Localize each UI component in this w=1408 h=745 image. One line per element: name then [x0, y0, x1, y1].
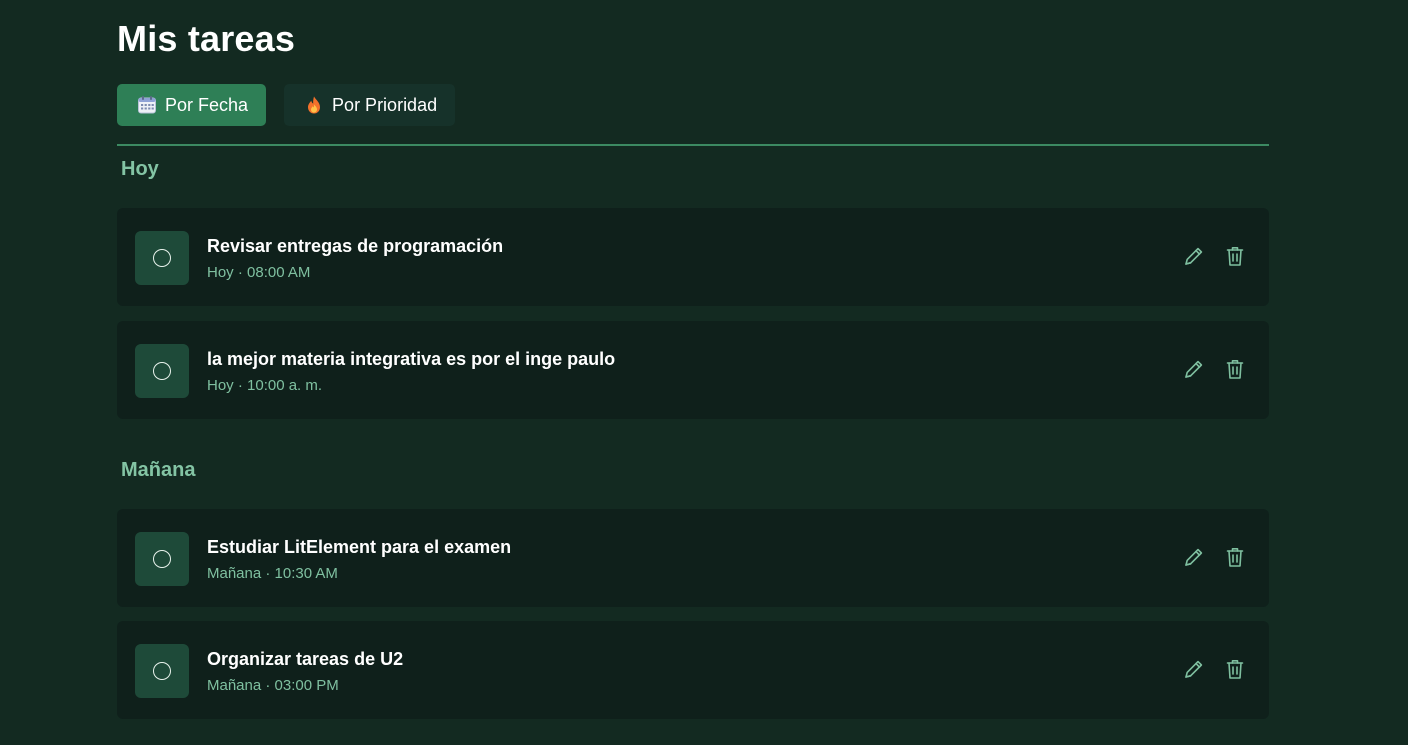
trash-icon	[1226, 247, 1244, 266]
task-meta: Mañana · 03:00 PM	[207, 677, 339, 694]
pencil-icon	[1185, 360, 1203, 378]
edit-button[interactable]	[1182, 244, 1206, 268]
calendar-icon	[137, 95, 157, 115]
task-meta: Hoy · 10:00 a. m.	[207, 377, 323, 394]
section-title-manana: Mañana	[121, 459, 196, 481]
pencil-icon	[1185, 247, 1203, 265]
edit-button[interactable]	[1182, 357, 1206, 381]
complete-checkbox[interactable]	[135, 644, 189, 698]
complete-checkbox[interactable]	[135, 231, 189, 285]
complete-checkbox[interactable]	[135, 532, 189, 586]
page-title: Mis tareas	[117, 18, 296, 59]
section-title-hoy: Hoy	[121, 158, 159, 180]
view-tabs: Por Fecha Por Prioridad	[117, 84, 456, 126]
pencil-icon	[1185, 660, 1203, 678]
tab-por-fecha-label: Por Fecha	[165, 94, 249, 115]
circle-icon	[153, 362, 171, 380]
edit-button[interactable]	[1182, 545, 1206, 569]
circle-icon	[153, 550, 171, 568]
delete-button[interactable]	[1223, 657, 1247, 681]
trash-icon	[1226, 660, 1244, 679]
tab-por-prioridad[interactable]: Por Prioridad	[284, 84, 456, 126]
task-card: la mejor materia integrativa es por el i…	[117, 321, 1269, 419]
divider	[117, 144, 1269, 146]
task-title: Estudiar LitElement para el examen	[207, 537, 512, 557]
tab-por-fecha[interactable]: Por Fecha	[117, 84, 267, 126]
task-card: Estudiar LitElement para el examen Mañan…	[117, 509, 1269, 607]
pencil-icon	[1185, 548, 1203, 566]
circle-icon	[153, 662, 171, 680]
trash-icon	[1226, 360, 1244, 379]
tab-por-prioridad-label: Por Prioridad	[332, 94, 438, 115]
task-title: Revisar entregas de programación	[207, 236, 504, 256]
task-title: Organizar tareas de U2	[207, 649, 404, 669]
task-title: la mejor materia integrativa es por el i…	[207, 349, 616, 369]
delete-button[interactable]	[1223, 357, 1247, 381]
circle-icon	[153, 249, 171, 267]
delete-button[interactable]	[1223, 244, 1247, 268]
delete-button[interactable]	[1223, 545, 1247, 569]
fire-icon	[304, 95, 324, 115]
task-meta: Hoy · 08:00 AM	[207, 264, 311, 281]
task-meta: Mañana · 10:30 AM	[207, 565, 338, 582]
task-card: Revisar entregas de programación Hoy · 0…	[117, 208, 1269, 306]
trash-icon	[1226, 548, 1244, 567]
complete-checkbox[interactable]	[135, 344, 189, 398]
task-card: Organizar tareas de U2 Mañana · 03:00 PM	[117, 621, 1269, 719]
edit-button[interactable]	[1182, 657, 1206, 681]
